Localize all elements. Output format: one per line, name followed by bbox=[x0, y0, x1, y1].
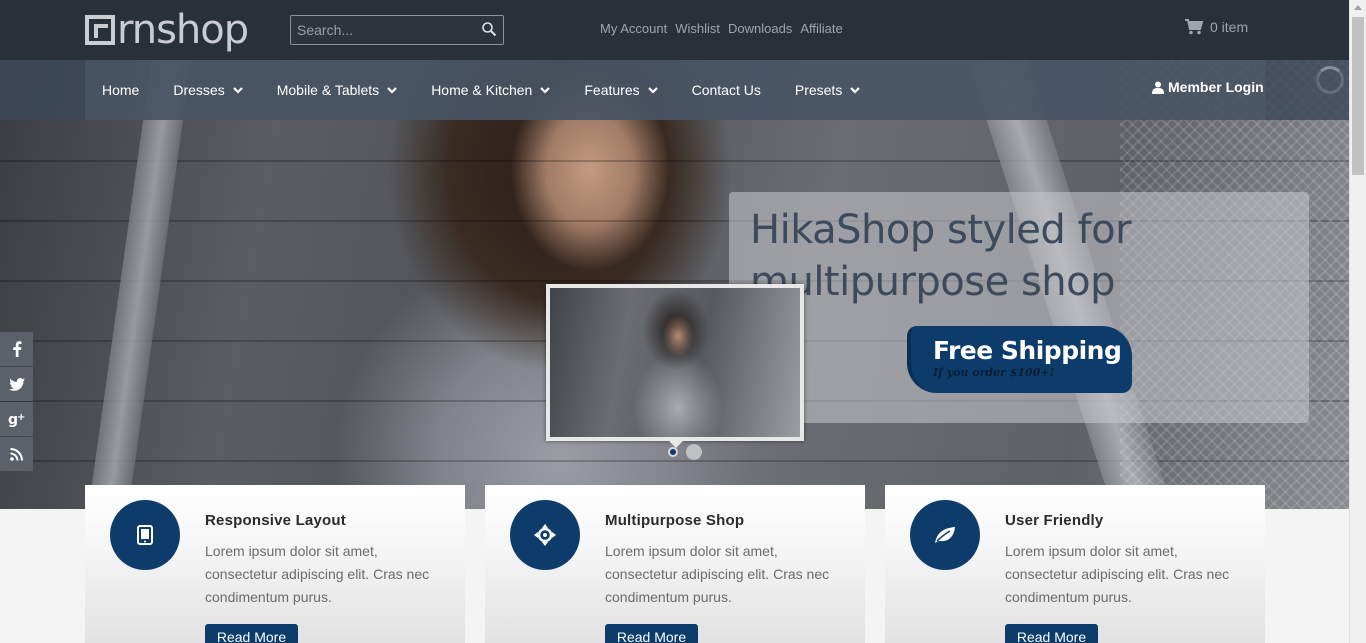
nav-home[interactable]: Home bbox=[85, 60, 156, 120]
feature-card-multipurpose: Multipurpose Shop Lorem ipsum dolor sit … bbox=[485, 485, 865, 643]
search-input[interactable] bbox=[291, 16, 471, 44]
feature-title: User Friendly bbox=[1005, 512, 1104, 529]
chevron-down-icon bbox=[540, 87, 551, 94]
member-login-label: Member Login bbox=[1168, 79, 1264, 95]
feature-icon-circle bbox=[510, 500, 580, 570]
search-box bbox=[290, 15, 504, 45]
read-more-button[interactable]: Read More bbox=[205, 624, 298, 643]
rss-button[interactable] bbox=[0, 437, 33, 471]
hero-title: HikaShop styled for multipurpose shop bbox=[750, 207, 1132, 305]
nav-home-kitchen[interactable]: Home & Kitchen bbox=[414, 60, 567, 120]
my-account-link[interactable]: My Account bbox=[600, 21, 667, 36]
facebook-icon bbox=[12, 341, 21, 357]
nav-label: Dresses bbox=[173, 82, 225, 98]
facebook-button[interactable] bbox=[0, 332, 33, 366]
chevron-down-icon bbox=[232, 87, 243, 94]
nav-label: Contact Us bbox=[691, 82, 761, 98]
chevron-down-icon bbox=[647, 87, 658, 94]
slide-thumbnail-image bbox=[550, 288, 800, 437]
feature-title: Multipurpose Shop bbox=[605, 512, 745, 529]
nav-label: Features bbox=[584, 82, 640, 98]
nav-dresses[interactable]: Dresses bbox=[156, 60, 259, 120]
feature-icon-circle bbox=[910, 500, 980, 570]
hero-rail bbox=[88, 60, 192, 509]
main-nav: Home Dresses Mobile & Tablets Home & Kit… bbox=[85, 60, 877, 120]
slider-dot-1[interactable] bbox=[668, 447, 678, 457]
crosshair-icon bbox=[534, 524, 556, 546]
nav-label: Home & Kitchen bbox=[431, 82, 533, 98]
hero-caption: HikaShop styled for multipurpose shop Fr… bbox=[729, 192, 1309, 423]
slider-dot-2[interactable] bbox=[686, 444, 702, 460]
twitter-icon bbox=[8, 377, 25, 391]
page-scrollbar[interactable] bbox=[1349, 0, 1366, 643]
logo-mark-icon bbox=[85, 15, 115, 45]
logo-text: rnshop bbox=[117, 7, 249, 53]
google-plus-button[interactable]: g + bbox=[0, 402, 33, 436]
tablet-icon bbox=[137, 525, 153, 545]
chevron-down-icon bbox=[850, 87, 861, 94]
nav-label: Mobile & Tablets bbox=[276, 82, 380, 98]
chevron-down-icon bbox=[387, 87, 397, 94]
account-links: My Account Wishlist Downloads Affiliate bbox=[600, 21, 843, 36]
feature-title: Responsive Layout bbox=[205, 512, 346, 529]
feature-text: Lorem ipsum dolor sit amet, consectetur … bbox=[1005, 543, 1230, 605]
rss-icon bbox=[10, 447, 23, 461]
free-shipping-title: Free Shipping bbox=[933, 336, 1122, 365]
nav-contact-us[interactable]: Contact Us bbox=[675, 60, 778, 120]
feature-card-user-friendly: User Friendly Lorem ipsum dolor sit amet… bbox=[885, 485, 1265, 643]
loading-spinner-icon bbox=[1316, 66, 1344, 94]
main-navbar: Home Dresses Mobile & Tablets Home & Kit… bbox=[0, 60, 1349, 120]
twitter-button[interactable] bbox=[0, 367, 33, 401]
feature-icon-circle bbox=[110, 500, 180, 570]
member-login-button[interactable]: Member Login bbox=[1152, 79, 1264, 95]
nav-presets[interactable]: Presets bbox=[778, 60, 877, 120]
scrollbar-thumb[interactable] bbox=[1352, 17, 1364, 175]
feature-text: Lorem ipsum dolor sit amet, consectetur … bbox=[605, 543, 830, 605]
slide-thumbnail bbox=[546, 284, 804, 441]
downloads-link[interactable]: Downloads bbox=[728, 21, 792, 36]
nav-label: Presets bbox=[794, 82, 843, 98]
cart-button[interactable]: 0 item bbox=[1185, 19, 1248, 35]
cart-count: 0 item bbox=[1210, 19, 1249, 35]
nav-mobile-tablets[interactable]: Mobile & Tablets bbox=[260, 60, 414, 120]
top-bar: rnshop My Account Wishlist Downloads Aff… bbox=[0, 0, 1349, 60]
read-more-button[interactable]: Read More bbox=[1005, 624, 1098, 643]
logo[interactable]: rnshop bbox=[85, 7, 249, 53]
affiliate-link[interactable]: Affiliate bbox=[800, 21, 842, 36]
free-shipping-badge[interactable]: Free Shipping If you order $100+! bbox=[907, 326, 1132, 393]
user-icon bbox=[1152, 81, 1164, 94]
slider-dots bbox=[668, 444, 702, 460]
feature-card-responsive: Responsive Layout Lorem ipsum dolor sit … bbox=[85, 485, 465, 643]
cart-icon bbox=[1185, 19, 1204, 35]
search-icon[interactable] bbox=[481, 21, 497, 37]
leaf-icon bbox=[935, 527, 955, 543]
google-plus-icon: g+ bbox=[8, 412, 25, 427]
social-bar: g + bbox=[0, 332, 33, 471]
scroll-up-arrow-icon[interactable] bbox=[1354, 5, 1362, 10]
wishlist-link[interactable]: Wishlist bbox=[675, 21, 720, 36]
free-shipping-subtitle: If you order $100+! bbox=[933, 366, 1055, 379]
feature-text: Lorem ipsum dolor sit amet, consectetur … bbox=[205, 543, 430, 605]
nav-label: Home bbox=[102, 82, 140, 98]
read-more-button[interactable]: Read More bbox=[605, 624, 698, 643]
nav-features[interactable]: Features bbox=[567, 60, 674, 120]
svg-text:+: + bbox=[17, 412, 25, 423]
